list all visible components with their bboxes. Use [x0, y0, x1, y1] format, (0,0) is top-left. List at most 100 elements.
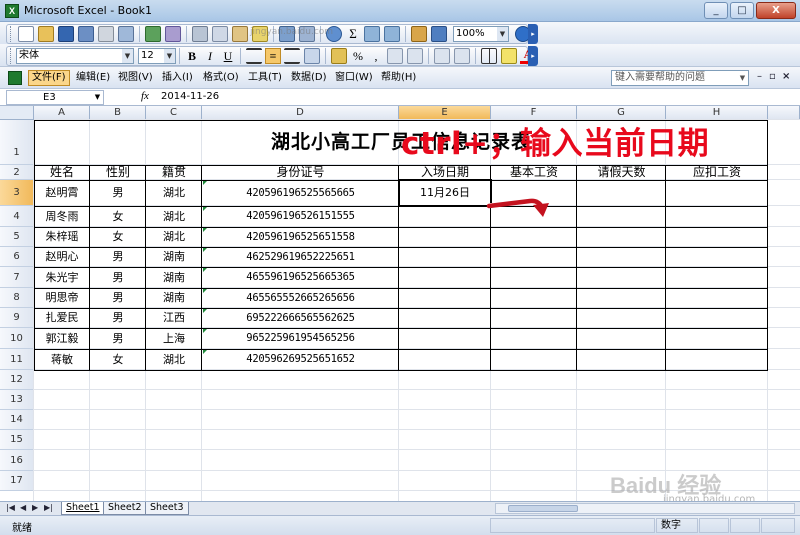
- zoom-select[interactable]: 100% ▼: [453, 26, 509, 42]
- close-button[interactable]: X: [756, 2, 796, 19]
- drawing-icon[interactable]: [431, 26, 447, 42]
- row-header-14[interactable]: 14: [0, 410, 34, 430]
- toolbar-grip[interactable]: [10, 48, 13, 64]
- table-cell[interactable]: 湖北: [146, 206, 202, 227]
- row-header-1[interactable]: 1: [0, 120, 34, 165]
- autosum-icon[interactable]: Σ: [345, 26, 361, 42]
- insert-function-icon[interactable]: fx: [141, 90, 149, 102]
- chevron-down-icon[interactable]: ▼: [164, 49, 175, 63]
- percent-button[interactable]: %: [350, 48, 366, 64]
- borders-icon[interactable]: [481, 48, 497, 64]
- fill-color-icon[interactable]: [501, 48, 517, 64]
- row-header-6[interactable]: 6: [0, 247, 34, 267]
- workbook-restore-button[interactable]: ▫: [769, 71, 776, 82]
- copy-icon[interactable]: [212, 26, 228, 42]
- row-header-5[interactable]: 5: [0, 227, 34, 247]
- permission-icon[interactable]: [78, 26, 94, 42]
- formula-input[interactable]: 2014-11-26: [161, 91, 219, 102]
- table-cell[interactable]: 扎爱民: [34, 308, 90, 328]
- header-cell-c[interactable]: 籍贯: [146, 165, 202, 180]
- toolbar-options-icon[interactable]: ▸: [528, 46, 538, 66]
- save-icon[interactable]: [58, 26, 74, 42]
- decrease-decimal-icon[interactable]: [407, 48, 423, 64]
- prev-sheet-button[interactable]: ◀: [20, 503, 26, 512]
- minimize-button[interactable]: _: [704, 2, 728, 19]
- increase-decimal-icon[interactable]: [387, 48, 403, 64]
- table-cell[interactable]: 赵明霄: [34, 180, 90, 206]
- paste-icon[interactable]: [232, 26, 248, 42]
- column-header-a[interactable]: A: [34, 106, 90, 120]
- table-cell[interactable]: 上海: [146, 328, 202, 349]
- table-cell[interactable]: 湖南: [146, 247, 202, 267]
- table-cell[interactable]: 695222666565562625: [202, 308, 399, 328]
- increase-indent-icon[interactable]: [454, 48, 470, 64]
- workbook-minimize-button[interactable]: –: [757, 71, 762, 82]
- table-cell[interactable]: 男: [90, 288, 146, 308]
- table-cell[interactable]: 周冬雨: [34, 206, 90, 227]
- menu-help[interactable]: 帮助(H): [378, 70, 419, 86]
- row-header-9[interactable]: 9: [0, 308, 34, 328]
- table-cell[interactable]: 男: [90, 180, 146, 206]
- table-cell[interactable]: 465565552665265656: [202, 288, 399, 308]
- bold-button[interactable]: B: [184, 48, 200, 64]
- chevron-down-icon[interactable]: ▼: [92, 91, 103, 104]
- column-header-b[interactable]: B: [90, 106, 146, 120]
- table-cell[interactable]: 男: [90, 247, 146, 267]
- row-header-17[interactable]: 17: [0, 471, 34, 491]
- table-cell[interactable]: 女: [90, 349, 146, 370]
- table-cell[interactable]: 湖北: [146, 180, 202, 206]
- chart-wizard-icon[interactable]: [411, 26, 427, 42]
- table-cell[interactable]: 女: [90, 206, 146, 227]
- merge-center-icon[interactable]: [304, 48, 320, 64]
- excel-app-icon[interactable]: X: [5, 4, 19, 18]
- last-sheet-button[interactable]: ▶|: [44, 503, 53, 512]
- table-cell[interactable]: 湖北: [146, 349, 202, 370]
- comma-button[interactable]: ,: [368, 48, 384, 64]
- cut-icon[interactable]: [192, 26, 208, 42]
- table-cell[interactable]: 462529619652225651: [202, 247, 399, 267]
- row-header-3[interactable]: 3: [0, 180, 34, 206]
- menu-window[interactable]: 窗口(W): [332, 70, 376, 86]
- table-cell[interactable]: 蒋敏: [34, 349, 90, 370]
- table-cell[interactable]: 郭江毅: [34, 328, 90, 349]
- table-cell[interactable]: 男: [90, 308, 146, 328]
- table-cell[interactable]: 420596196525651558: [202, 227, 399, 247]
- underline-button[interactable]: U: [220, 48, 236, 64]
- sort-descending-icon[interactable]: [384, 26, 400, 42]
- workbook-close-button[interactable]: ×: [782, 71, 790, 82]
- table-cell[interactable]: 女: [90, 227, 146, 247]
- header-cell-h[interactable]: 应扣工资: [666, 165, 768, 180]
- table-cell[interactable]: 420596269525651652: [202, 349, 399, 370]
- align-left-icon[interactable]: [246, 48, 262, 64]
- table-cell[interactable]: 湖南: [146, 267, 202, 288]
- menu-file[interactable]: 文件(F): [28, 70, 70, 86]
- table-cell[interactable]: 465596196525665365: [202, 267, 399, 288]
- table-cell[interactable]: 420596196525565665: [202, 180, 399, 206]
- chevron-down-icon[interactable]: ▼: [497, 27, 508, 41]
- menu-edit[interactable]: 编辑(E): [73, 70, 113, 86]
- column-header-d[interactable]: D: [202, 106, 399, 120]
- toolbar-grip[interactable]: [10, 26, 13, 42]
- column-header-i[interactable]: [768, 106, 800, 120]
- header-cell-g[interactable]: 请假天数: [577, 165, 666, 180]
- header-cell-d[interactable]: 身份证号: [202, 165, 399, 180]
- table-cell[interactable]: 湖南: [146, 288, 202, 308]
- research-icon[interactable]: [165, 26, 181, 42]
- align-right-icon[interactable]: [284, 48, 300, 64]
- help-question-input[interactable]: 键入需要帮助的问题 ▼: [611, 70, 749, 86]
- row-header-10[interactable]: 10: [0, 328, 34, 349]
- row-header-13[interactable]: 13: [0, 390, 34, 410]
- menu-data[interactable]: 数据(D): [288, 70, 330, 86]
- align-center-button[interactable]: ≡: [265, 48, 281, 64]
- sheet-tab-sheet2[interactable]: Sheet2: [103, 502, 147, 515]
- spelling-icon[interactable]: [145, 26, 161, 42]
- decrease-indent-icon[interactable]: [434, 48, 450, 64]
- table-cell[interactable]: 赵明心: [34, 247, 90, 267]
- sort-ascending-icon[interactable]: [364, 26, 380, 42]
- menu-format[interactable]: 格式(O): [200, 70, 242, 86]
- table-cell[interactable]: 420596196526151555: [202, 206, 399, 227]
- row-header-16[interactable]: 16: [0, 450, 34, 471]
- font-name-select[interactable]: 宋体 ▼: [16, 48, 134, 64]
- header-cell-b[interactable]: 性别: [90, 165, 146, 180]
- menu-insert[interactable]: 插入(I): [159, 70, 196, 86]
